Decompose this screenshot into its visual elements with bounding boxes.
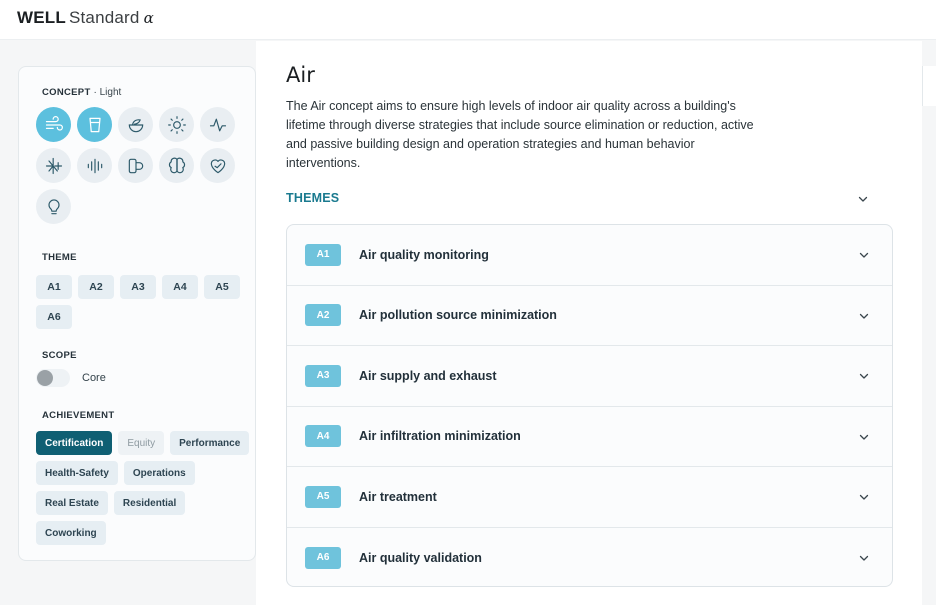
brand-standard: Standard (68, 8, 140, 27)
achievement-chip-operations[interactable]: Operations (123, 461, 195, 485)
main-content: Air The Air concept aims to ensure high … (256, 41, 922, 605)
achievement-chip-certification[interactable]: Certification (36, 431, 113, 455)
toggle-knob (37, 370, 53, 386)
theme-code-badge: A6 (305, 546, 341, 569)
water-icon[interactable] (77, 107, 112, 142)
achievement-chip-equity[interactable]: Equity (118, 431, 165, 455)
theme-row-a3[interactable]: A3 Air supply and exhaust (287, 346, 892, 407)
theme-title: Air pollution source minimization (359, 308, 557, 323)
theme-row-a5[interactable]: A5 Air treatment (287, 467, 892, 528)
filter-sidebar: CONCEPT · Light THEME A1 A2 A3 A4 A5 A6 … (18, 66, 256, 561)
chevron-down-icon[interactable] (858, 249, 870, 261)
nourishment-icon[interactable] (118, 107, 153, 142)
theme-code-badge: A2 (305, 304, 341, 327)
theme-row-a4[interactable]: A4 Air infiltration minimization (287, 407, 892, 467)
theme-title: Air infiltration minimization (359, 429, 521, 444)
theme-title: Air quality monitoring (359, 247, 489, 262)
theme-chip-a3[interactable]: A3 (120, 275, 156, 299)
themes-accordion: A1 Air quality monitoring A2 Air polluti… (286, 224, 893, 587)
chevron-down-icon[interactable] (858, 431, 870, 443)
theme-chip-a4[interactable]: A4 (162, 275, 198, 299)
scope-toggle[interactable] (36, 369, 70, 387)
mind-icon[interactable] (159, 148, 194, 183)
theme-code-badge: A3 (305, 364, 341, 387)
theme-title: Air supply and exhaust (359, 368, 497, 383)
concept-icon-grid (36, 107, 246, 224)
theme-label: THEME (42, 252, 77, 263)
achievement-chip-coworking[interactable]: Coworking (36, 521, 106, 545)
scope-value: Core (82, 372, 106, 384)
chevron-down-icon[interactable] (858, 491, 870, 503)
chevron-down-icon[interactable] (857, 193, 869, 205)
chevron-down-icon[interactable] (858, 370, 870, 382)
theme-code-badge: A5 (305, 485, 341, 508)
innovation-icon[interactable] (36, 189, 71, 224)
theme-chip-a6[interactable]: A6 (36, 305, 72, 329)
achievement-chip-health-safety[interactable]: Health-Safety (36, 461, 118, 485)
theme-title: Air treatment (359, 489, 437, 504)
achievement-chip-residential[interactable]: Residential (113, 491, 186, 515)
movement-icon[interactable] (200, 107, 235, 142)
theme-title: Air quality validation (359, 550, 482, 565)
chevron-down-icon[interactable] (858, 552, 870, 564)
theme-code-badge: A1 (305, 243, 341, 266)
brand-logo[interactable]: WELL Standard α (17, 8, 154, 28)
concept-heading: CONCEPT · Light (42, 87, 121, 98)
community-icon[interactable] (200, 148, 235, 183)
concept-description: The Air concept aims to ensure high leve… (286, 99, 754, 170)
brand-alpha: α (143, 9, 154, 27)
theme-row-a1[interactable]: A1 Air quality monitoring (287, 225, 892, 286)
theme-chip-a2[interactable]: A2 (78, 275, 114, 299)
chevron-down-icon[interactable] (858, 310, 870, 322)
concept-label: CONCEPT (42, 87, 91, 98)
theme-row-a6[interactable]: A6 Air quality validation (287, 528, 892, 587)
air-icon[interactable] (36, 107, 71, 142)
theme-code-badge: A4 (305, 425, 341, 448)
right-panel-edge (922, 66, 936, 106)
theme-chip-a1[interactable]: A1 (36, 275, 72, 299)
theme-chip-a5[interactable]: A5 (204, 275, 240, 299)
brand-well: WELL (17, 8, 66, 27)
achievement-chip-list: Certification Equity Performance Health-… (36, 431, 251, 545)
theme-chip-list: A1 A2 A3 A4 A5 A6 (36, 275, 251, 329)
concept-sub: · Light (93, 87, 122, 98)
scope-label: SCOPE (42, 350, 77, 361)
theme-row-a2[interactable]: A2 Air pollution source minimization (287, 286, 892, 346)
thermal-comfort-icon[interactable] (36, 148, 71, 183)
achievement-label: ACHIEVEMENT (42, 410, 115, 421)
sound-icon[interactable] (77, 148, 112, 183)
page-title: Air (286, 63, 315, 87)
materials-icon[interactable] (118, 148, 153, 183)
top-header: WELL Standard α (0, 0, 936, 40)
light-icon[interactable] (159, 107, 194, 142)
achievement-chip-real-estate[interactable]: Real Estate (36, 491, 108, 515)
achievement-chip-performance[interactable]: Performance (170, 431, 250, 455)
themes-heading[interactable]: THEMES (286, 191, 339, 205)
scope-row: Core (36, 369, 106, 387)
